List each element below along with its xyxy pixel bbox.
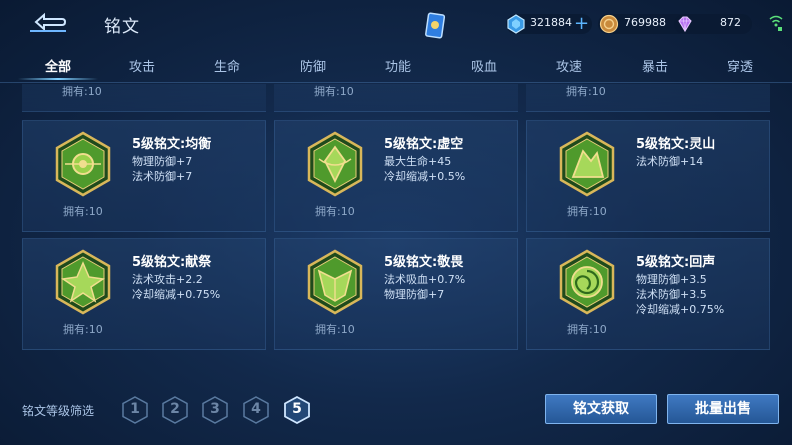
tab-utility[interactable]: 功能 (362, 56, 434, 75)
rune-stat: 冷却缩减+0.75% (636, 303, 725, 316)
rune-stats: 物理防御+7 法术防御+7 (132, 154, 192, 184)
tab-penetration[interactable]: 穿透 (704, 56, 776, 75)
list-item[interactable]: 拥有:10 (22, 84, 266, 112)
page-title: 铭文 (104, 17, 140, 37)
rune-stats: 物理防御+3.5 法术防御+3.5 冷却缩减+0.75% (636, 272, 724, 317)
tab-health[interactable]: 生命 (191, 56, 263, 75)
category-tabs: 全部 攻击 生命 防御 功能 吸血 攻速 暴击 穿透 (0, 50, 792, 84)
tab-lifesteal[interactable]: 吸血 (448, 56, 520, 75)
list-item[interactable]: 拥有:10 (526, 84, 770, 112)
purple-crystal-icon (678, 16, 692, 33)
rune-stat: 物理防御+7 (384, 288, 445, 301)
level-number: 3 (210, 401, 220, 417)
owned-count: 拥有:10 (63, 323, 103, 336)
tab-attack-speed[interactable]: 攻速 (533, 56, 605, 75)
level-filter-1[interactable]: 1 (122, 396, 148, 424)
level-number: 4 (251, 401, 261, 417)
diamond-amount: 321884 (530, 16, 572, 29)
tab-attack[interactable]: 攻击 (106, 56, 178, 75)
echo-rune-icon (559, 249, 615, 315)
owned-count: 拥有:10 (315, 205, 355, 218)
owned-count: 拥有:10 (314, 85, 354, 98)
owned-count: 拥有:10 (315, 323, 355, 336)
back-arrow-icon[interactable] (26, 10, 68, 34)
rune-stat: 冷却缩减+0.75% (132, 288, 221, 301)
rune-card-spirit-mountain[interactable]: 5级铭文:灵山 法术防御+14 拥有:10 (526, 120, 770, 232)
owned-count: 拥有:10 (566, 85, 606, 98)
level-filter-label: 铭文等级筛选 (22, 404, 95, 418)
wifi-icon (769, 15, 783, 31)
rune-name: 5级铭文:均衡 (132, 137, 212, 152)
rune-card-echo[interactable]: 5级铭文:回声 物理防御+3.5 法术防御+3.5 冷却缩减+0.75% 拥有:… (526, 238, 770, 350)
blue-gem-icon (507, 14, 525, 34)
top-bar: 铭文 321884 + 769988 872 (0, 0, 792, 50)
rune-card-icon[interactable] (424, 12, 446, 40)
rune-stat: 法术吸血+0.7% (384, 273, 466, 286)
rune-card-sacrifice[interactable]: 5级铭文:献祭 法术攻击+2.2 冷却缩减+0.75% 拥有:10 (22, 238, 266, 350)
rune-stats: 法术吸血+0.7% 物理防御+7 (384, 272, 465, 302)
add-currency-button[interactable]: + (574, 15, 589, 33)
bottom-bar: 铭文等级筛选 1 2 3 4 5 铭文获取 批量出售 (0, 384, 792, 434)
rune-list[interactable]: 拥有:10 拥有:10 拥有:10 5级铭文:均衡 物理防御+7 法术防御+7 … (0, 84, 792, 354)
owned-count: 拥有:10 (62, 85, 102, 98)
rune-card-balance[interactable]: 5级铭文:均衡 物理防御+7 法术防御+7 拥有:10 (22, 120, 266, 232)
rune-name: 5级铭文:灵山 (636, 137, 716, 152)
active-tab-indicator (18, 78, 98, 80)
rune-name: 5级铭文:敬畏 (384, 255, 464, 270)
level-number: 5 (292, 401, 302, 417)
rune-stat: 法术攻击+2.2 (132, 273, 203, 286)
rune-card-awe[interactable]: 5级铭文:敬畏 法术吸血+0.7% 物理防御+7 拥有:10 (274, 238, 518, 350)
level-filter-5[interactable]: 5 (284, 396, 310, 424)
rune-name: 5级铭文:回声 (636, 255, 716, 270)
gold-coin-icon (599, 14, 619, 34)
level-filter-2[interactable]: 2 (162, 396, 188, 424)
level-filter-4[interactable]: 4 (243, 396, 269, 424)
obtain-runes-button[interactable]: 铭文获取 (545, 394, 657, 424)
rune-stat: 物理防御+7 (132, 155, 193, 168)
void-rune-icon (307, 131, 363, 197)
level-number: 1 (130, 401, 140, 417)
tab-all[interactable]: 全部 (22, 56, 94, 75)
rune-name: 5级铭文:献祭 (132, 255, 212, 270)
bulk-sell-button[interactable]: 批量出售 (667, 394, 779, 424)
crystal-amount: 872 (720, 16, 741, 29)
level-number: 2 (170, 401, 180, 417)
owned-count: 拥有:10 (567, 205, 607, 218)
owned-count: 拥有:10 (567, 323, 607, 336)
rune-stat: 法术防御+14 (636, 155, 704, 168)
rune-stat: 物理防御+3.5 (636, 273, 707, 286)
gold-amount: 769988 (624, 16, 666, 29)
rune-stats: 法术防御+14 (636, 154, 703, 169)
list-item[interactable]: 拥有:10 (274, 84, 518, 112)
rune-stats: 法术攻击+2.2 冷却缩减+0.75% (132, 272, 220, 302)
balance-rune-icon (55, 131, 111, 197)
rune-stat: 法术防御+3.5 (636, 288, 707, 301)
awe-rune-icon (307, 249, 363, 315)
rune-stats: 最大生命+45 冷却缩减+0.5% (384, 154, 465, 184)
owned-count: 拥有:10 (63, 205, 103, 218)
spirit-mountain-rune-icon (559, 131, 615, 197)
sacrifice-rune-icon (55, 249, 111, 315)
tabs-divider (0, 82, 792, 83)
rune-stat: 法术防御+7 (132, 170, 193, 183)
rune-stat: 冷却缩减+0.5% (384, 170, 466, 183)
rune-stat: 最大生命+45 (384, 155, 452, 168)
level-filter-3[interactable]: 3 (202, 396, 228, 424)
tab-critical[interactable]: 暴击 (619, 56, 691, 75)
tab-defense[interactable]: 防御 (277, 56, 349, 75)
rune-name: 5级铭文:虚空 (384, 137, 464, 152)
rune-card-void[interactable]: 5级铭文:虚空 最大生命+45 冷却缩减+0.5% 拥有:10 (274, 120, 518, 232)
